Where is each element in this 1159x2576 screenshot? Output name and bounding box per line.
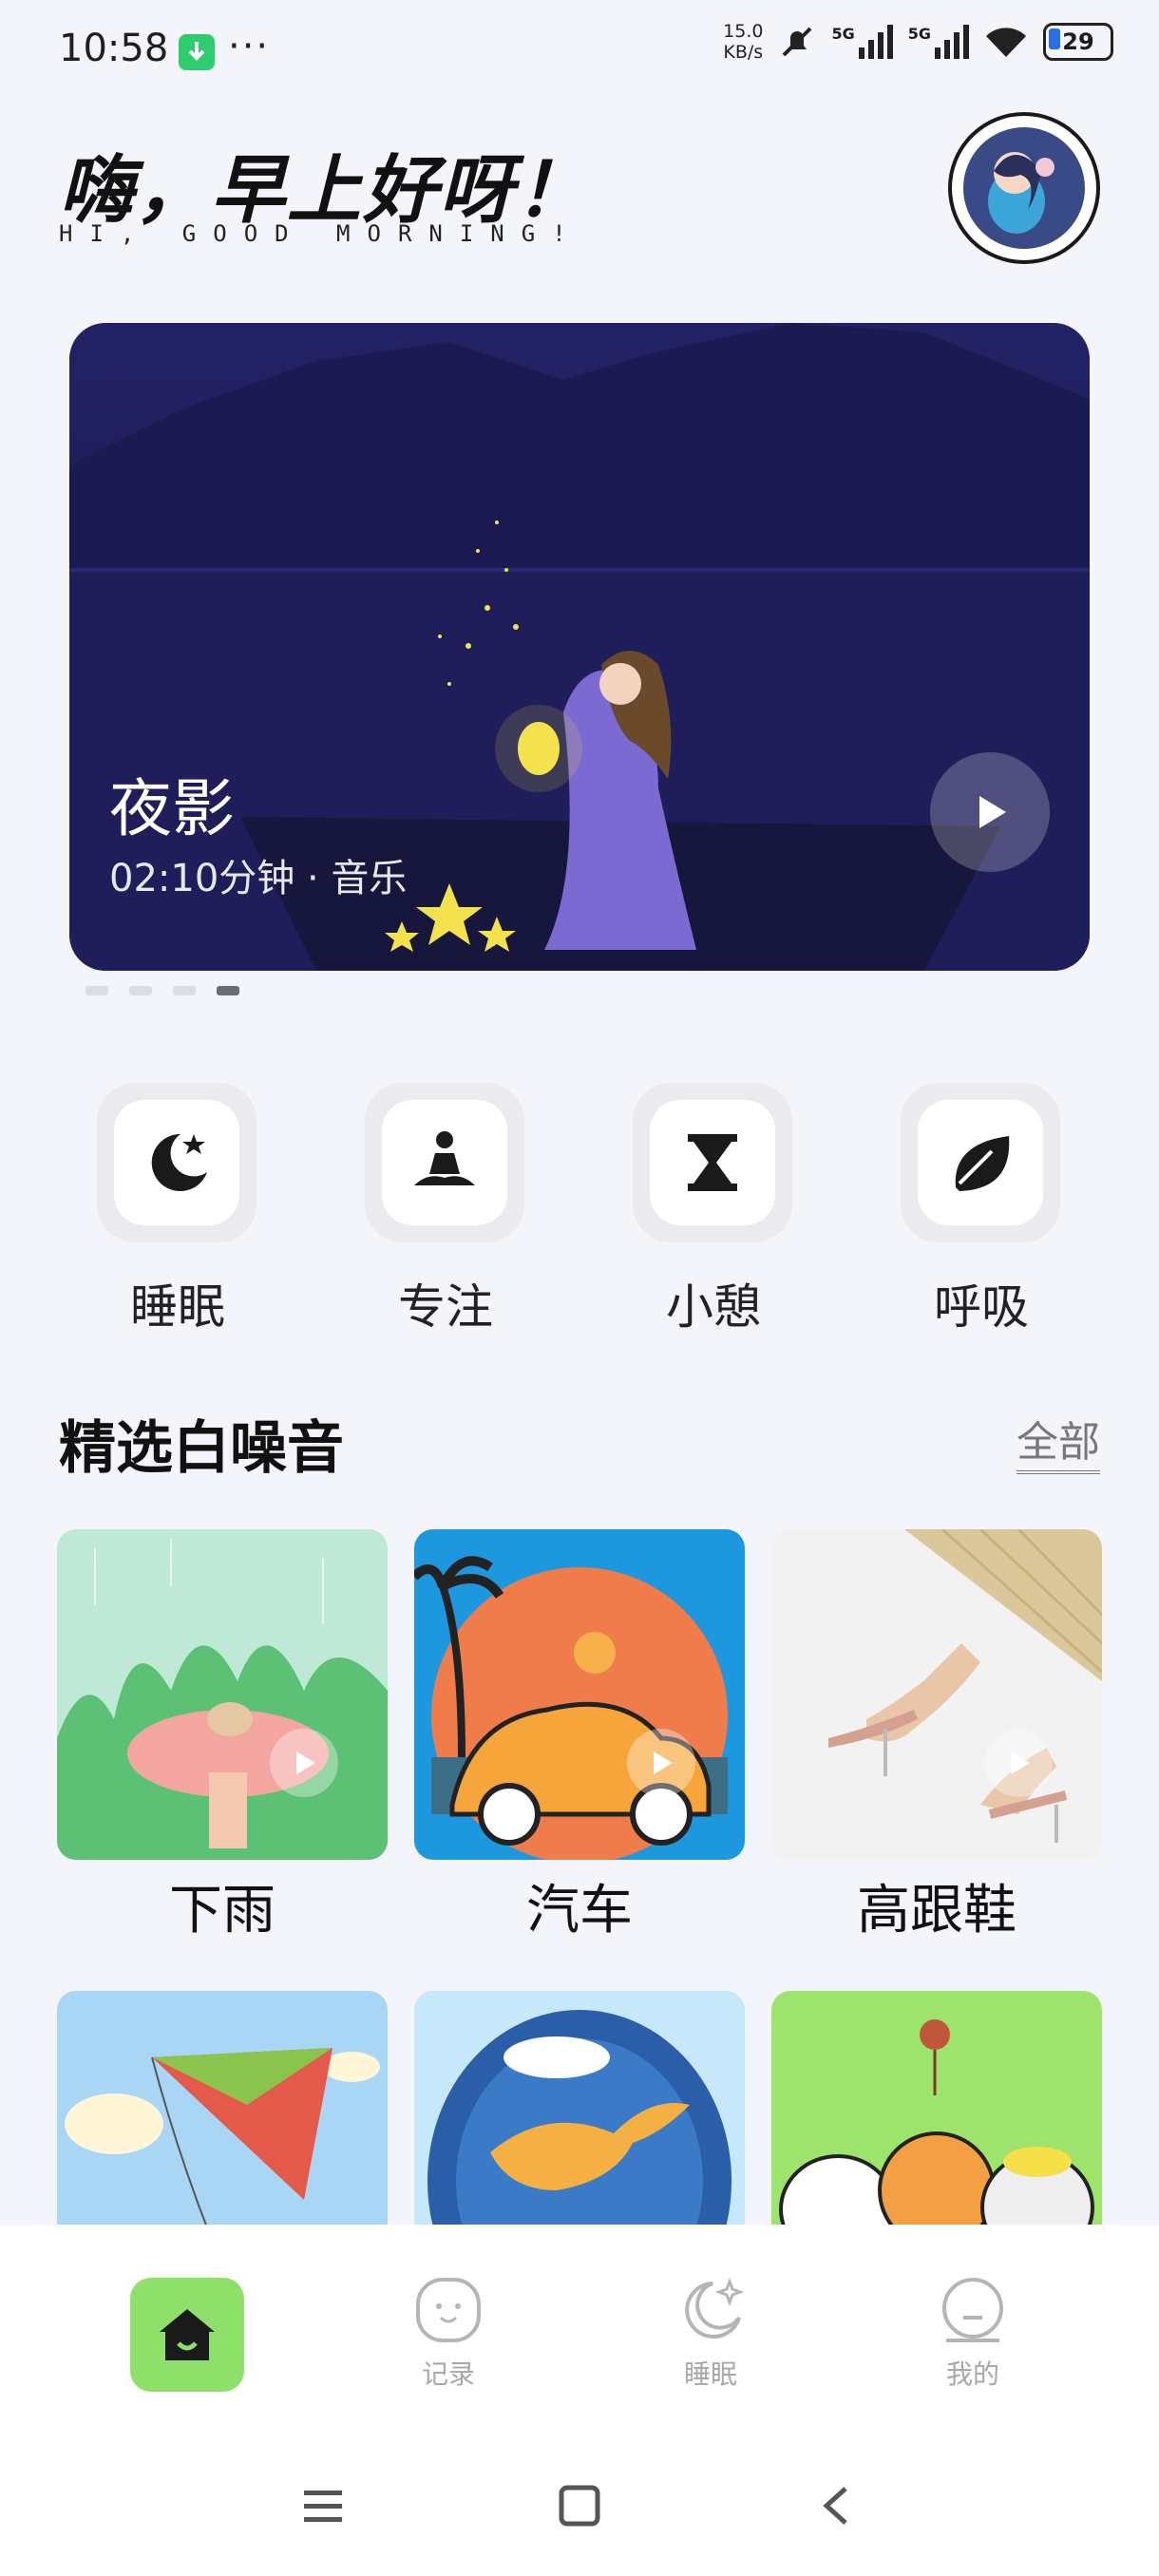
profile-icon <box>942 2278 1003 2342</box>
banner-title: 夜影 <box>109 772 235 845</box>
nav-record[interactable]: 记录 <box>391 2274 505 2392</box>
featured-banner[interactable]: 夜影 02:10分钟 · 音乐 <box>69 323 1090 971</box>
sound-tile-car[interactable]: 汽车 <box>414 1529 745 1944</box>
high-heels-image <box>771 1529 1102 1860</box>
play-icon <box>1011 1752 1030 1774</box>
status-time: 10:58 <box>59 27 169 70</box>
banner-page-indicator <box>86 986 239 995</box>
avatar-image <box>960 123 1089 253</box>
play-icon <box>296 1752 315 1774</box>
hourglass-icon <box>688 1134 737 1191</box>
moon-star-icon <box>151 1133 207 1191</box>
category-row: 睡眠 专注 小憩 呼吸 <box>0 1083 1159 1349</box>
tile-play-button[interactable] <box>627 1729 695 1797</box>
battery-icon: 29 <box>1043 23 1113 61</box>
category-focus[interactable]: 专注 <box>365 1083 526 1337</box>
nav-home[interactable] <box>130 2278 244 2392</box>
play-icon <box>654 1752 673 1774</box>
home-icon <box>160 2309 215 2360</box>
tile-label: 高跟鞋 <box>857 1880 1016 1941</box>
banner-meta: 02:10分钟 · 音乐 <box>109 857 408 900</box>
banner-play-button[interactable] <box>930 752 1050 872</box>
signal-icon: 5G <box>831 25 893 59</box>
system-navigation-bar <box>0 2441 1159 2574</box>
home-square-icon[interactable] <box>557 2483 602 2529</box>
view-all-link[interactable]: 全部 <box>1016 1408 1100 1474</box>
leaf-icon <box>955 1136 1010 1191</box>
section-title: 精选白噪音 <box>59 1415 344 1482</box>
meditation-icon <box>414 1131 475 1185</box>
page-dot <box>129 986 152 995</box>
more-notifications-icon: ··· <box>228 25 271 68</box>
page-dot <box>173 986 196 995</box>
nav-sleep[interactable]: 睡眠 <box>654 2274 768 2392</box>
tile-play-button[interactable] <box>270 1729 338 1797</box>
play-icon <box>979 796 1006 828</box>
menu-icon[interactable] <box>300 2483 346 2529</box>
rain-mushroom-image <box>57 1529 388 1860</box>
greeting-subtitle: HI, GOOD MORNING! <box>59 220 583 247</box>
signal-icon: 5G <box>908 25 969 59</box>
avatar[interactable] <box>948 112 1100 264</box>
tile-play-button[interactable] <box>984 1729 1053 1797</box>
back-icon[interactable] <box>815 2483 861 2529</box>
page-dot-active <box>217 986 239 995</box>
status-bar: 10:58 ··· 15.0 KB/s 5G 5G 29 <box>0 0 1159 104</box>
download-notification-icon <box>179 34 215 70</box>
orange-car-image <box>414 1529 745 1860</box>
tile-label: 下雨 <box>169 1880 276 1941</box>
sound-tile-rain[interactable]: 下雨 <box>57 1529 388 1944</box>
category-nap[interactable]: 小憩 <box>633 1083 794 1337</box>
nav-profile[interactable]: 我的 <box>916 2274 1030 2392</box>
moon-sparkle-icon <box>685 2277 745 2339</box>
page-dot <box>86 986 108 995</box>
category-breath[interactable]: 呼吸 <box>901 1083 1062 1337</box>
face-icon <box>416 2278 481 2342</box>
category-sleep[interactable]: 睡眠 <box>97 1083 258 1337</box>
wifi-icon <box>986 28 1026 57</box>
sound-tile-heels[interactable]: 高跟鞋 <box>771 1529 1102 1944</box>
mute-bell-icon <box>783 27 812 57</box>
tile-label: 汽车 <box>526 1880 633 1941</box>
network-speed: 15.0 KB/s <box>723 21 764 63</box>
